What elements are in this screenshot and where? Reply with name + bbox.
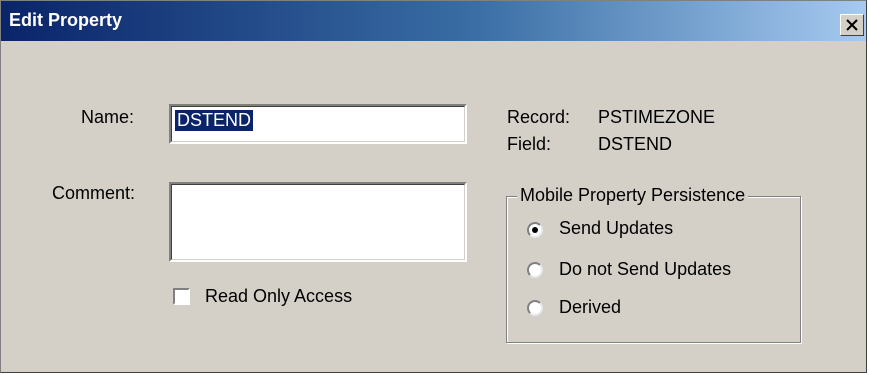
record-value: PSTIMEZONE xyxy=(598,107,716,127)
title-bar[interactable]: Edit Property xyxy=(1,1,866,41)
window-title: Edit Property xyxy=(9,10,123,30)
name-input-value: DSTEND xyxy=(175,110,254,131)
field-label: Field: xyxy=(507,134,552,154)
read-only-label: Read Only Access xyxy=(205,286,353,306)
record-label: Record: xyxy=(507,107,571,127)
derived-label: Derived xyxy=(559,297,622,317)
field-value: DSTEND xyxy=(598,134,673,154)
derived-radio[interactable] xyxy=(527,300,543,316)
edit-property-dialog: Edit Property Name: DSTEND Comment: Read… xyxy=(0,0,867,373)
do-not-send-updates-label: Do not Send Updates xyxy=(559,259,732,279)
close-icon xyxy=(846,19,858,31)
close-button[interactable] xyxy=(840,14,864,36)
name-label: Name: xyxy=(81,107,135,127)
name-input[interactable]: DSTEND xyxy=(169,104,467,144)
radio-selected-dot xyxy=(532,227,538,233)
send-updates-radio[interactable] xyxy=(527,222,543,238)
do-not-send-updates-radio[interactable] xyxy=(527,262,543,278)
send-updates-label: Send Updates xyxy=(559,218,674,238)
persistence-group-label: Mobile Property Persistence xyxy=(517,185,749,206)
read-only-checkbox[interactable] xyxy=(173,288,190,305)
comment-label: Comment: xyxy=(52,183,136,203)
comment-textarea[interactable] xyxy=(169,182,467,262)
